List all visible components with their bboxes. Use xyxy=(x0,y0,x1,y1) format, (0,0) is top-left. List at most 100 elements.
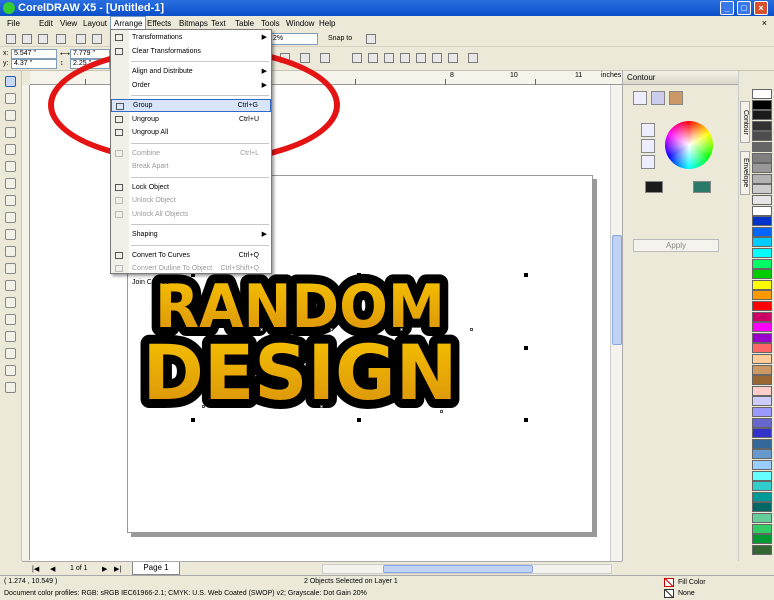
y-position-field[interactable]: 4.37 " xyxy=(11,59,57,69)
palette-swatch[interactable] xyxy=(752,237,772,248)
palette-swatch[interactable] xyxy=(752,322,772,333)
palette-swatch[interactable] xyxy=(752,152,772,163)
palette-swatch[interactable] xyxy=(752,195,772,205)
weld-icon[interactable] xyxy=(352,53,362,63)
apply-button[interactable]: Apply xyxy=(633,239,719,252)
palette-swatch[interactable] xyxy=(752,120,772,131)
ungroup-all-icon[interactable] xyxy=(320,53,330,63)
first-page-icon[interactable]: |◀ xyxy=(32,565,39,573)
menu-item-unlock-all-objects[interactable]: Unlock All Objects xyxy=(111,208,271,221)
palette-swatch[interactable] xyxy=(752,354,772,364)
prev-page-icon[interactable]: ◀ xyxy=(50,565,55,573)
ellipse-tool-icon[interactable] xyxy=(5,195,16,206)
new-icon[interactable] xyxy=(6,34,16,44)
copy-icon[interactable] xyxy=(92,34,102,44)
save-icon[interactable] xyxy=(38,34,48,44)
selection-handle[interactable] xyxy=(357,418,361,422)
horizontal-scrollbar[interactable] xyxy=(322,564,612,574)
doc-close-icon[interactable]: × xyxy=(759,16,770,31)
trim-icon[interactable] xyxy=(368,53,378,63)
zoom-tool-icon[interactable] xyxy=(5,127,16,138)
palette-swatch[interactable] xyxy=(752,301,772,311)
palette-swatch[interactable] xyxy=(752,417,772,428)
intersect-icon[interactable] xyxy=(384,53,394,63)
palette-swatch[interactable] xyxy=(752,438,772,449)
menu-item-clear-transformations[interactable]: Clear Transformations xyxy=(111,45,271,58)
print-icon[interactable] xyxy=(56,34,66,44)
palette-swatch[interactable] xyxy=(752,89,772,99)
curve-node[interactable] xyxy=(470,328,473,331)
basic-shapes-tool-icon[interactable] xyxy=(5,229,16,240)
curve-node[interactable] xyxy=(260,328,263,331)
zoom-level-field[interactable]: 2% xyxy=(270,33,318,45)
curve-node[interactable] xyxy=(400,328,403,331)
minimize-button[interactable]: _ xyxy=(720,1,734,15)
selection-handle[interactable] xyxy=(524,346,528,350)
color-profiles[interactable]: Document color profiles: RGB: sRGB IEC61… xyxy=(4,590,367,597)
fill-swatch-icon[interactable] xyxy=(664,578,674,587)
palette-swatch[interactable] xyxy=(752,534,772,545)
freehand-tool-icon[interactable] xyxy=(5,144,16,155)
palette-swatch[interactable] xyxy=(752,385,772,396)
palette-swatch[interactable] xyxy=(752,290,772,301)
connector-tool-icon[interactable] xyxy=(5,297,16,308)
menu-window[interactable]: Window xyxy=(283,16,317,31)
front-minus-back-icon[interactable] xyxy=(416,53,426,63)
menu-item-ungroup[interactable]: Ungroup Ctrl+U xyxy=(111,113,271,126)
vertical-scrollbar[interactable] xyxy=(610,85,622,561)
selection-handle[interactable] xyxy=(191,346,195,350)
polygon-tool-icon[interactable] xyxy=(5,212,16,223)
pick-tool-icon[interactable] xyxy=(5,76,16,87)
ungroup-objects-icon[interactable] xyxy=(300,53,310,63)
palette-swatch[interactable] xyxy=(752,258,772,269)
menu-edit[interactable]: Edit xyxy=(36,16,56,31)
outline-color-picker[interactable] xyxy=(645,181,663,193)
menu-layout[interactable]: Layout xyxy=(80,16,110,31)
curve-node[interactable] xyxy=(202,405,205,408)
palette-swatch[interactable] xyxy=(752,343,772,354)
shape-tool-icon[interactable] xyxy=(5,93,16,104)
palette-swatch[interactable] xyxy=(752,460,772,470)
outline-tool-icon[interactable] xyxy=(5,348,16,359)
blend-tool-icon[interactable] xyxy=(5,314,16,325)
menu-item-order[interactable]: Order ▶ xyxy=(111,79,271,92)
text-tool-icon[interactable] xyxy=(5,246,16,257)
contour-tab[interactable]: Contour xyxy=(740,101,750,143)
interactive-fill-tool-icon[interactable] xyxy=(5,382,16,393)
menu-item-unlock-object[interactable]: Unlock Object xyxy=(111,194,271,207)
crop-tool-icon[interactable] xyxy=(5,110,16,121)
menu-item-transformations[interactable]: Transformations ▶ xyxy=(111,31,271,44)
palette-swatch[interactable] xyxy=(752,481,772,492)
smart-fill-tool-icon[interactable] xyxy=(5,161,16,172)
color-wheel[interactable] xyxy=(665,121,713,169)
palette-swatch[interactable] xyxy=(752,163,772,174)
envelope-tab[interactable]: Envelope xyxy=(740,151,750,195)
contour-steps-icon[interactable] xyxy=(641,123,655,137)
simplify-icon[interactable] xyxy=(400,53,410,63)
cut-icon[interactable] xyxy=(76,34,86,44)
options-icon[interactable] xyxy=(366,34,376,44)
next-page-icon[interactable]: ▶ xyxy=(102,565,107,573)
dimension-tool-icon[interactable] xyxy=(5,280,16,291)
to-center-icon[interactable] xyxy=(633,91,647,105)
selection-handle[interactable] xyxy=(524,418,528,422)
menu-item-shaping[interactable]: Shaping ▶ xyxy=(111,228,271,241)
curve-node[interactable] xyxy=(440,410,443,413)
palette-swatch[interactable] xyxy=(752,491,772,502)
menu-item-combine[interactable]: Combine Ctrl+L xyxy=(111,147,271,160)
palette-swatch[interactable] xyxy=(752,375,772,386)
palette-swatch[interactable] xyxy=(752,407,772,417)
palette-swatch[interactable] xyxy=(752,279,772,290)
palette-swatch[interactable] xyxy=(752,396,772,407)
palette-swatch[interactable] xyxy=(752,523,772,534)
eyedropper-tool-icon[interactable] xyxy=(5,331,16,342)
palette-swatch[interactable] xyxy=(752,544,772,555)
palette-swatch[interactable] xyxy=(752,248,772,258)
contour-color-icon[interactable] xyxy=(641,139,655,153)
maximize-button[interactable]: □ xyxy=(737,1,751,15)
menu-help[interactable]: Help xyxy=(316,16,338,31)
menu-item-convert-to-curves[interactable]: Convert To Curves Ctrl+Q xyxy=(111,249,271,262)
horizontal-scroll-thumb[interactable] xyxy=(383,565,533,573)
inside-icon[interactable] xyxy=(651,91,665,105)
palette-swatch[interactable] xyxy=(752,173,772,184)
